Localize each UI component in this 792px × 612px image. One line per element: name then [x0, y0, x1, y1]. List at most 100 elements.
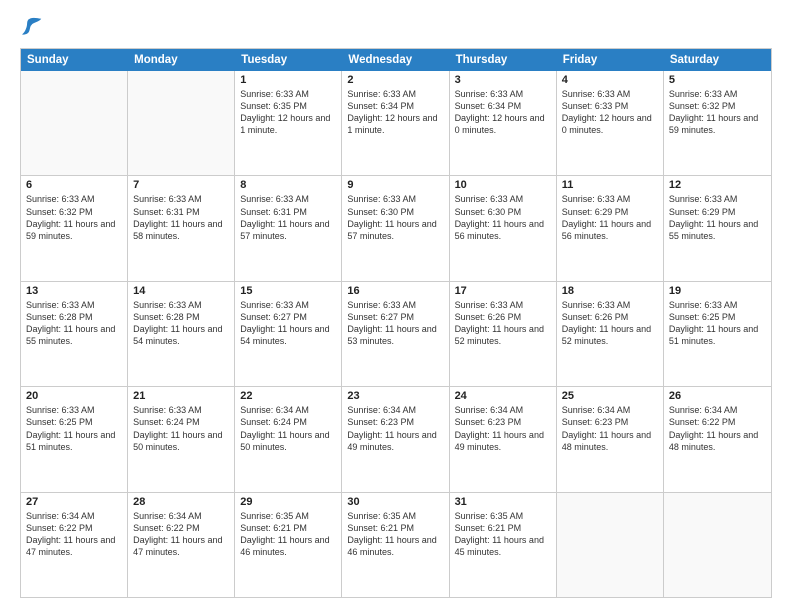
day-cell-8: 8 Sunrise: 6:33 AM Sunset: 6:31 PM Daylig… — [235, 176, 342, 280]
cell-info: Sunrise: 6:33 AM Sunset: 6:27 PM Dayligh… — [240, 299, 336, 348]
cell-info: Sunrise: 6:33 AM Sunset: 6:28 PM Dayligh… — [133, 299, 229, 348]
day-number: 7 — [133, 179, 229, 191]
day-cell-21: 21 Sunrise: 6:33 AM Sunset: 6:24 PM Dayli… — [128, 387, 235, 491]
day-cell-14: 14 Sunrise: 6:33 AM Sunset: 6:28 PM Dayli… — [128, 282, 235, 386]
cell-info: Sunrise: 6:33 AM Sunset: 6:29 PM Dayligh… — [669, 193, 766, 242]
cell-info: Sunrise: 6:33 AM Sunset: 6:33 PM Dayligh… — [562, 88, 658, 137]
day-cell-4: 4 Sunrise: 6:33 AM Sunset: 6:33 PM Daylig… — [557, 71, 664, 175]
day-number: 22 — [240, 390, 336, 402]
cell-info: Sunrise: 6:33 AM Sunset: 6:27 PM Dayligh… — [347, 299, 443, 348]
day-number: 4 — [562, 74, 658, 86]
cell-info: Sunrise: 6:33 AM Sunset: 6:28 PM Dayligh… — [26, 299, 122, 348]
day-cell-18: 18 Sunrise: 6:33 AM Sunset: 6:26 PM Dayli… — [557, 282, 664, 386]
day-number: 18 — [562, 285, 658, 297]
cell-info: Sunrise: 6:33 AM Sunset: 6:26 PM Dayligh… — [562, 299, 658, 348]
day-cell-1: 1 Sunrise: 6:33 AM Sunset: 6:35 PM Daylig… — [235, 71, 342, 175]
day-cell-11: 11Sunrise: 6:33 AM Sunset: 6:29 PM Dayli… — [557, 176, 664, 280]
day-number: 1 — [240, 74, 336, 86]
header-day-thursday: Thursday — [450, 49, 557, 71]
logo-bird-icon — [22, 16, 44, 38]
day-cell-5: 5 Sunrise: 6:33 AM Sunset: 6:32 PM Daylig… — [664, 71, 771, 175]
day-number: 17 — [455, 285, 551, 297]
day-number: 19 — [669, 285, 766, 297]
day-cell-23: 23 Sunrise: 6:34 AM Sunset: 6:23 PM Dayli… — [342, 387, 449, 491]
cell-info: Sunrise: 6:34 AM Sunset: 6:22 PM Dayligh… — [133, 510, 229, 559]
day-number: 29 — [240, 496, 336, 508]
cell-info: Sunrise: 6:33 AM Sunset: 6:30 PM Dayligh… — [347, 193, 443, 242]
day-cell-10: 10 Sunrise: 6:33 AM Sunset: 6:30 PM Dayli… — [450, 176, 557, 280]
header-day-saturday: Saturday — [664, 49, 771, 71]
day-number: 20 — [26, 390, 122, 402]
day-cell-9: 9 Sunrise: 6:33 AM Sunset: 6:30 PM Daylig… — [342, 176, 449, 280]
week-row-2: 6Sunrise: 6:33 AM Sunset: 6:32 PM Daylig… — [21, 176, 771, 281]
calendar-body: 1 Sunrise: 6:33 AM Sunset: 6:35 PM Daylig… — [21, 71, 771, 597]
header-day-wednesday: Wednesday — [342, 49, 449, 71]
day-cell-24: 24 Sunrise: 6:34 AM Sunset: 6:23 PM Dayli… — [450, 387, 557, 491]
day-number: 16 — [347, 285, 443, 297]
cell-info: Sunrise: 6:34 AM Sunset: 6:24 PM Dayligh… — [240, 404, 336, 453]
day-number: 10 — [455, 179, 551, 191]
day-number: 30 — [347, 496, 443, 508]
day-number: 14 — [133, 285, 229, 297]
week-row-5: 27Sunrise: 6:34 AM Sunset: 6:22 PM Dayli… — [21, 493, 771, 597]
cell-info: Sunrise: 6:33 AM Sunset: 6:34 PM Dayligh… — [455, 88, 551, 137]
day-number: 6 — [26, 179, 122, 191]
day-cell-17: 17 Sunrise: 6:33 AM Sunset: 6:26 PM Dayli… — [450, 282, 557, 386]
day-number: 2 — [347, 74, 443, 86]
empty-cell — [128, 71, 235, 175]
day-cell-20: 20 Sunrise: 6:33 AM Sunset: 6:25 PM Dayli… — [21, 387, 128, 491]
header-day-sunday: Sunday — [21, 49, 128, 71]
cell-info: Sunrise: 6:33 AM Sunset: 6:34 PM Dayligh… — [347, 88, 443, 137]
cell-info: Sunrise: 6:33 AM Sunset: 6:25 PM Dayligh… — [26, 404, 122, 453]
day-number: 9 — [347, 179, 443, 191]
day-cell-25: 25 Sunrise: 6:34 AM Sunset: 6:23 PM Dayli… — [557, 387, 664, 491]
header-day-friday: Friday — [557, 49, 664, 71]
day-cell-16: 16 Sunrise: 6:33 AM Sunset: 6:27 PM Dayli… — [342, 282, 449, 386]
day-number: 26 — [669, 390, 766, 402]
cell-info: Sunrise: 6:33 AM Sunset: 6:30 PM Dayligh… — [455, 193, 551, 242]
cell-info: Sunrise: 6:33 AM Sunset: 6:31 PM Dayligh… — [240, 193, 336, 242]
header — [20, 18, 772, 38]
header-day-monday: Monday — [128, 49, 235, 71]
day-cell-31: 31Sunrise: 6:35 AM Sunset: 6:21 PM Dayli… — [450, 493, 557, 597]
empty-cell — [21, 71, 128, 175]
cell-info: Sunrise: 6:34 AM Sunset: 6:22 PM Dayligh… — [669, 404, 766, 453]
day-cell-12: 12 Sunrise: 6:33 AM Sunset: 6:29 PM Dayli… — [664, 176, 771, 280]
day-cell-22: 22 Sunrise: 6:34 AM Sunset: 6:24 PM Dayli… — [235, 387, 342, 491]
day-number: 21 — [133, 390, 229, 402]
cell-info: Sunrise: 6:33 AM Sunset: 6:24 PM Dayligh… — [133, 404, 229, 453]
cell-info: Sunrise: 6:33 AM Sunset: 6:35 PM Dayligh… — [240, 88, 336, 137]
day-number: 8 — [240, 179, 336, 191]
calendar-header: SundayMondayTuesdayWednesdayThursdayFrid… — [21, 49, 771, 71]
week-row-3: 13Sunrise: 6:33 AM Sunset: 6:28 PM Dayli… — [21, 282, 771, 387]
day-cell-27: 27Sunrise: 6:34 AM Sunset: 6:22 PM Dayli… — [21, 493, 128, 597]
day-number: 25 — [562, 390, 658, 402]
page: SundayMondayTuesdayWednesdayThursdayFrid… — [0, 0, 792, 612]
week-row-1: 1 Sunrise: 6:33 AM Sunset: 6:35 PM Daylig… — [21, 71, 771, 176]
day-number: 5 — [669, 74, 766, 86]
day-cell-30: 30Sunrise: 6:35 AM Sunset: 6:21 PM Dayli… — [342, 493, 449, 597]
day-number: 23 — [347, 390, 443, 402]
empty-cell — [557, 493, 664, 597]
cell-info: Sunrise: 6:34 AM Sunset: 6:22 PM Dayligh… — [26, 510, 122, 559]
cell-info: Sunrise: 6:33 AM Sunset: 6:31 PM Dayligh… — [133, 193, 229, 242]
cell-info: Sunrise: 6:35 AM Sunset: 6:21 PM Dayligh… — [240, 510, 336, 559]
day-cell-13: 13Sunrise: 6:33 AM Sunset: 6:28 PM Dayli… — [21, 282, 128, 386]
calendar: SundayMondayTuesdayWednesdayThursdayFrid… — [20, 48, 772, 598]
day-cell-29: 29 Sunrise: 6:35 AM Sunset: 6:21 PM Dayli… — [235, 493, 342, 597]
day-number: 12 — [669, 179, 766, 191]
day-number: 11 — [562, 179, 658, 191]
cell-info: Sunrise: 6:34 AM Sunset: 6:23 PM Dayligh… — [455, 404, 551, 453]
day-number: 24 — [455, 390, 551, 402]
day-cell-7: 7 Sunrise: 6:33 AM Sunset: 6:31 PM Daylig… — [128, 176, 235, 280]
cell-info: Sunrise: 6:35 AM Sunset: 6:21 PM Dayligh… — [455, 510, 551, 559]
header-day-tuesday: Tuesday — [235, 49, 342, 71]
cell-info: Sunrise: 6:33 AM Sunset: 6:26 PM Dayligh… — [455, 299, 551, 348]
day-cell-15: 15 Sunrise: 6:33 AM Sunset: 6:27 PM Dayli… — [235, 282, 342, 386]
day-number: 3 — [455, 74, 551, 86]
cell-info: Sunrise: 6:33 AM Sunset: 6:25 PM Dayligh… — [669, 299, 766, 348]
cell-info: Sunrise: 6:33 AM Sunset: 6:32 PM Dayligh… — [669, 88, 766, 137]
cell-info: Sunrise: 6:34 AM Sunset: 6:23 PM Dayligh… — [347, 404, 443, 453]
cell-info: Sunrise: 6:34 AM Sunset: 6:23 PM Dayligh… — [562, 404, 658, 453]
day-number: 15 — [240, 285, 336, 297]
